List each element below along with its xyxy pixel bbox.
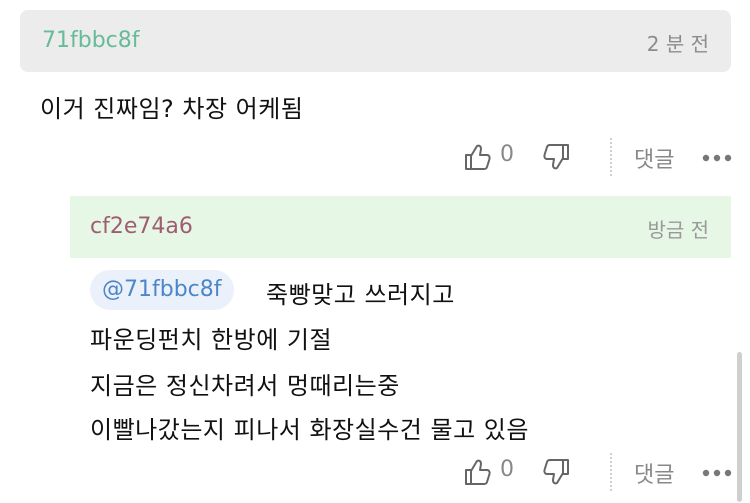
reply-text-line: 파운딩펀치 한방에 기절 [90,326,333,354]
scrollbar-thumb[interactable] [737,352,742,502]
actions-divider [610,453,612,491]
reply-text-line: 죽빵맞고 쓰러지고 [266,281,455,309]
more-dots-icon[interactable] [702,154,732,162]
reply-username[interactable]: cf2e74a6 [90,214,193,239]
mention-tag[interactable]: @71fbbc8f [90,270,234,310]
like-count: 0 [500,142,514,167]
thumbs-down-icon[interactable] [540,456,572,488]
comment-header: 71fbbc8f 2 분 전 [20,10,731,72]
reply-text-line: 이빨나갔는지 피나서 화장실수건 물고 있음 [90,416,529,444]
more-dots-icon[interactable] [702,469,732,477]
thumbs-up-icon[interactable] [462,141,494,173]
reply-timestamp: 방금 전 [647,218,709,242]
comment-timestamp: 2 분 전 [646,32,709,56]
reply-button[interactable]: 댓글 [634,142,674,174]
actions-divider [610,138,612,176]
reply-actions: 0 댓글 [462,453,732,493]
comment-actions: 0 댓글 [462,138,732,178]
reply-header: cf2e74a6 방금 전 [70,196,731,258]
like-count: 0 [500,457,514,482]
reply-button[interactable]: 댓글 [634,457,674,489]
reply-text-line: 지금은 정신차려서 멍때리는중 [90,372,400,400]
thumbs-down-icon[interactable] [540,141,572,173]
thumbs-up-icon[interactable] [462,456,494,488]
comment-text: 이거 진짜임? 차장 어케됨 [40,95,304,123]
comment-username[interactable]: 71fbbc8f [42,28,140,53]
